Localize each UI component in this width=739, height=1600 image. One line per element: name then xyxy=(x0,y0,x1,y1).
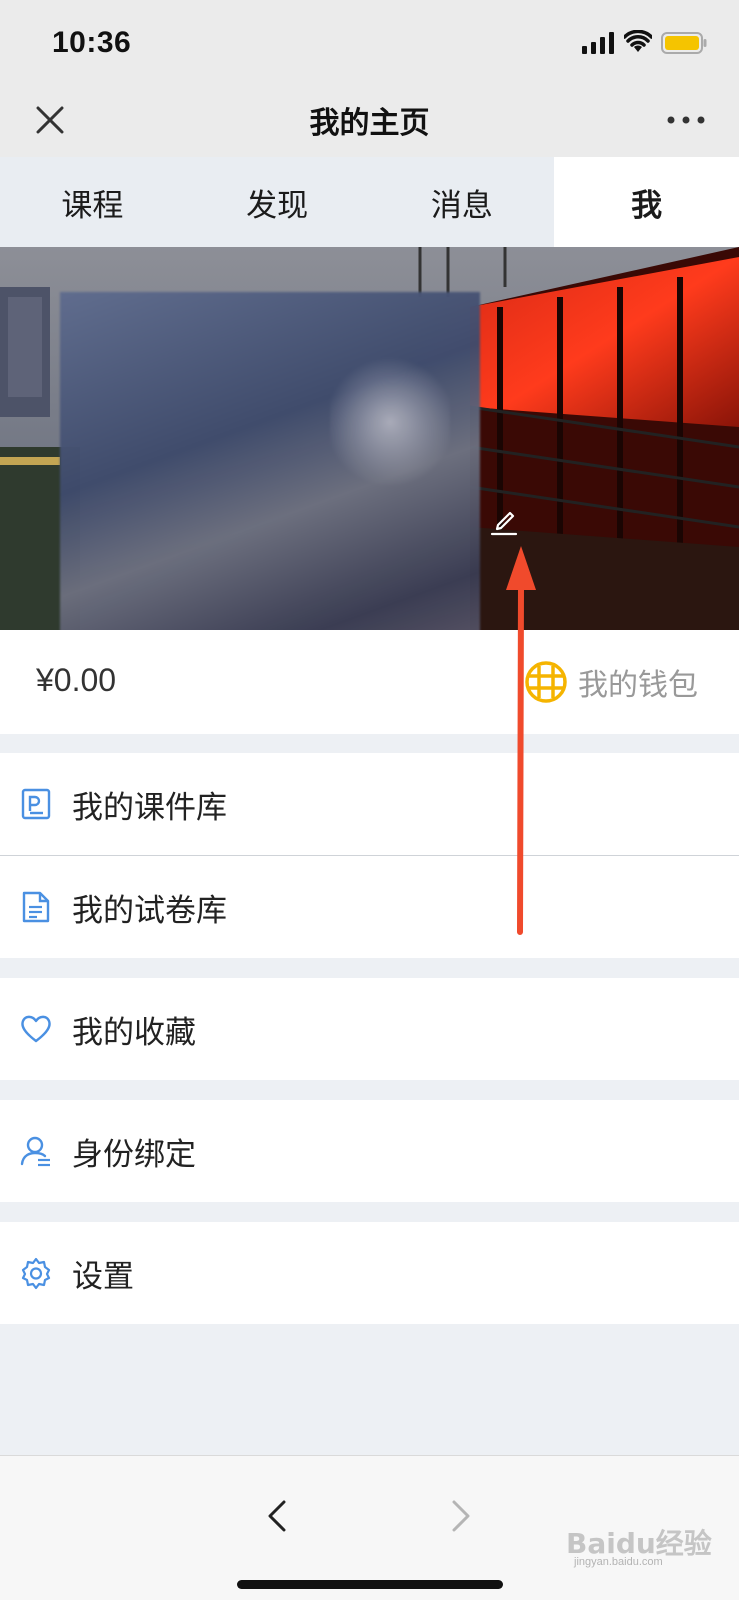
tab-me[interactable]: 我 xyxy=(554,157,739,247)
cellular-signal-icon xyxy=(582,32,614,54)
wallet-icon xyxy=(525,661,567,703)
wallet-balance: ¥0.00 xyxy=(36,662,117,698)
courseware-icon xyxy=(21,788,51,820)
heart-icon xyxy=(21,1015,51,1043)
menu-label-courseware: 我的课件库 xyxy=(72,789,227,825)
menu-label-identity-binding: 身份绑定 xyxy=(72,1136,196,1172)
bottom-toolbar: Baidu经验 jingyan.baidu.com xyxy=(0,1455,739,1600)
tab-discover[interactable]: 发现 xyxy=(185,157,370,247)
profile-banner xyxy=(0,247,739,630)
profile-page: 10:36 我的主页 课程 发现 消息 我 ¥0.00 我的钱包 我的课件库 我… xyxy=(0,0,739,1600)
edit-profile-icon[interactable] xyxy=(489,506,519,536)
menu-item-courseware[interactable]: 我的课件库 xyxy=(0,753,739,855)
page-title: 我的主页 xyxy=(309,107,430,140)
home-indicator[interactable] xyxy=(237,1580,503,1589)
menu-item-exam-papers[interactable]: 我的试卷库 xyxy=(0,856,739,958)
menu-item-settings[interactable]: 设置 xyxy=(0,1222,739,1324)
menu-item-identity-binding[interactable]: 身份绑定 xyxy=(0,1100,739,1202)
menu-label-settings: 设置 xyxy=(72,1258,134,1294)
document-icon xyxy=(22,891,50,923)
wifi-icon xyxy=(624,30,652,52)
back-arrow-icon[interactable] xyxy=(262,1496,292,1536)
tab-courses[interactable]: 课程 xyxy=(0,157,185,247)
user-bind-icon xyxy=(20,1136,50,1167)
nav-header: 我的主页 xyxy=(0,86,739,157)
gear-icon xyxy=(21,1257,51,1290)
status-bar: 10:36 xyxy=(0,0,739,86)
battery-icon xyxy=(661,32,707,54)
wallet-label: 我的钱包 xyxy=(578,669,698,702)
menu-item-favorites[interactable]: 我的收藏 xyxy=(0,978,739,1080)
wallet-row: ¥0.00 我的钱包 xyxy=(0,630,739,734)
tab-messages[interactable]: 消息 xyxy=(370,157,555,247)
status-time: 10:36 xyxy=(52,26,132,59)
wallet-button[interactable]: 我的钱包 xyxy=(524,652,698,712)
menu-label-exam-papers: 我的试卷库 xyxy=(72,892,227,928)
avatar[interactable] xyxy=(60,292,480,630)
menu-label-favorites: 我的收藏 xyxy=(72,1014,196,1050)
more-options-icon[interactable] xyxy=(664,110,708,130)
forward-arrow-icon[interactable] xyxy=(446,1496,476,1536)
baidu-watermark-url: jingyan.baidu.com xyxy=(574,1556,663,1568)
tab-bar: 课程 发现 消息 我 xyxy=(0,157,739,247)
